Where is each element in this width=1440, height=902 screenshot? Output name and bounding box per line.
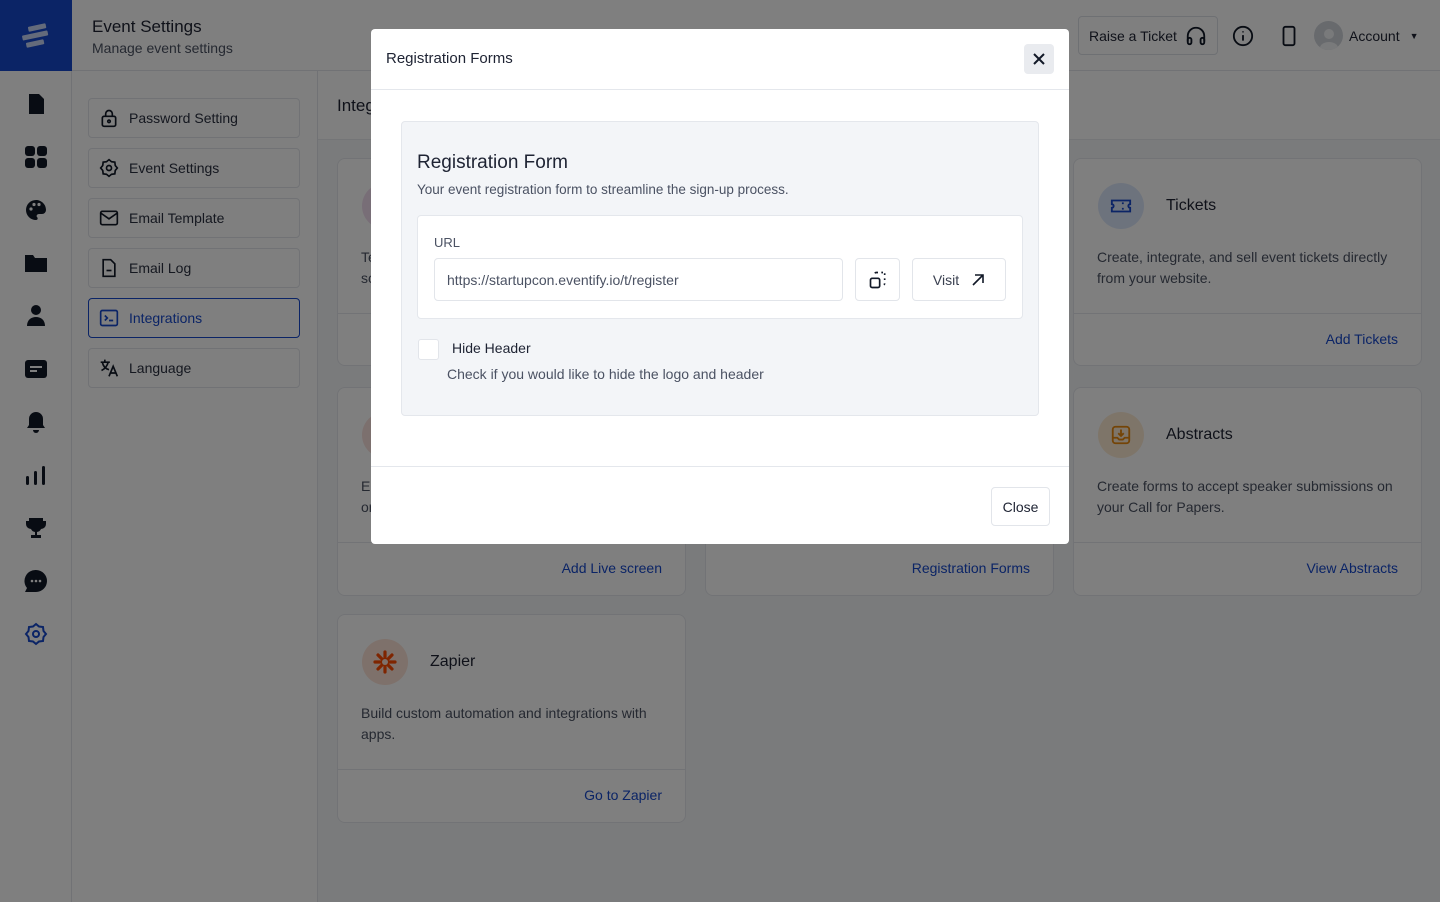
url-input[interactable] [434,258,843,301]
hide-header-checkbox[interactable] [418,339,439,360]
registration-forms-modal: Registration Forms Registration Form You… [371,29,1069,544]
panel-subtitle: Your event registration form to streamli… [417,182,789,197]
url-box: URL Visit [417,215,1023,319]
modal-footer: Close [371,466,1069,544]
hide-header-label: Hide Header [452,340,531,356]
url-label: URL [434,235,461,250]
external-arrow-icon [972,273,984,286]
close-icon[interactable] [1024,44,1054,74]
modal-title: Registration Forms [386,50,513,67]
copy-button[interactable] [855,258,900,301]
visit-label: Visit [932,271,960,288]
modal-header: Registration Forms [371,29,1069,90]
hide-header-description: Check if you would like to hide the logo… [447,366,764,382]
copy-icon [869,271,885,288]
panel-title: Registration Form [417,152,568,173]
registration-form-panel: Registration Form Your event registratio… [401,121,1039,416]
visit-button[interactable]: Visit [912,258,1006,301]
close-button[interactable]: Close [991,487,1050,526]
